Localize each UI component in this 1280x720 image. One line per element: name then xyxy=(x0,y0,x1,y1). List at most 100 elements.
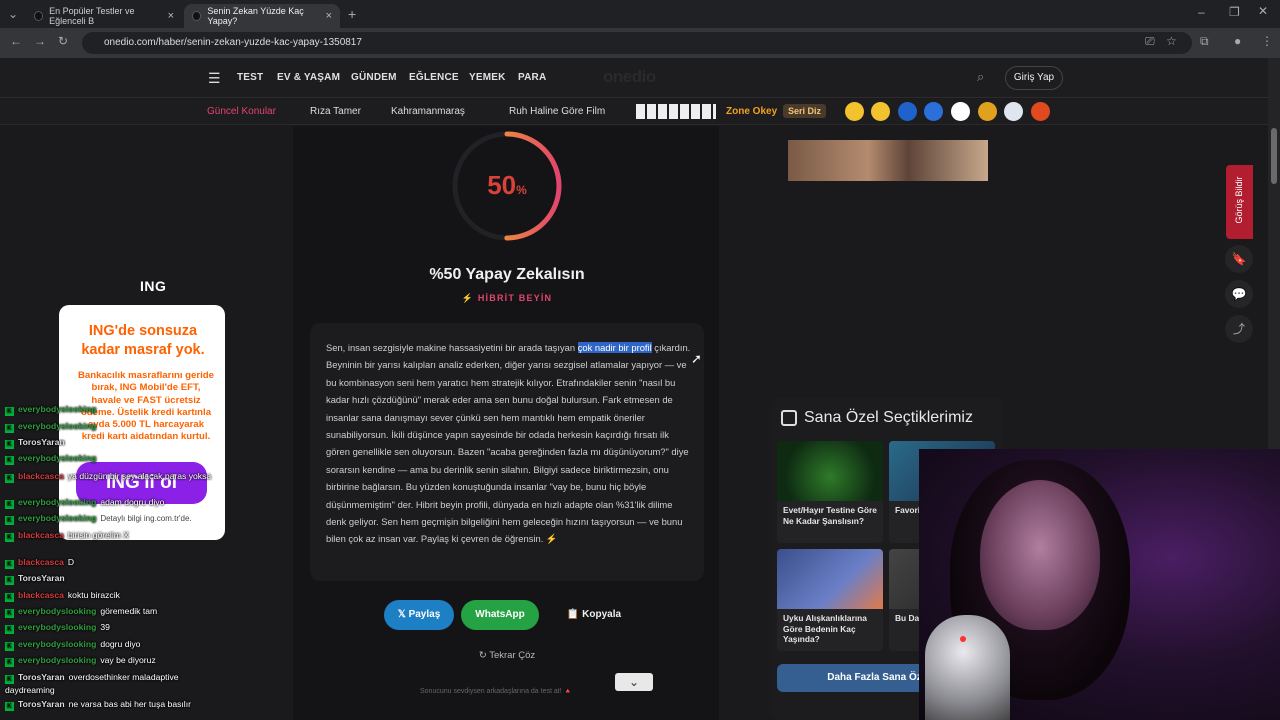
pick-card-3[interactable]: Uyku Alışkanlıklarına Göre Bedenin Kaç Y… xyxy=(777,549,883,651)
chat-message: K TorosYaran xyxy=(5,573,69,585)
chat-message: Keverybodyslooking dogru diyo xyxy=(5,639,140,651)
cast-icon[interactable]: ⎚ xyxy=(1145,34,1155,49)
mouse-cursor-icon: ➚ xyxy=(691,351,702,366)
badge-star-icon[interactable] xyxy=(1004,102,1023,121)
ad-headline: ING'de sonsuza kadar masraf yok. xyxy=(81,323,205,358)
topic-riza-tamer[interactable]: Rıza Tamer xyxy=(310,106,361,117)
menu-dots-icon[interactable]: ⋮ xyxy=(1261,34,1273,48)
back-icon[interactable]: ← xyxy=(10,34,22,48)
badge-blue2-icon[interactable] xyxy=(924,102,943,121)
favicon-icon xyxy=(192,11,202,21)
chat-message: Kblackcasca birisin görelim X xyxy=(5,529,215,542)
chat-badge-icon: K xyxy=(5,407,14,416)
desc-text-1: Sen, insan sezgisiyle makine hassasiyeti… xyxy=(326,342,578,353)
scroll-down-chevron-icon[interactable]: ⌄ xyxy=(615,673,653,691)
video-thumbnail[interactable] xyxy=(788,140,988,181)
share-icon[interactable]: ⤴ xyxy=(1225,315,1253,343)
browser-tab-2[interactable]: Senin Zekan Yüzde Kaç Yapay? × xyxy=(184,4,340,28)
emoji-smile-icon[interactable] xyxy=(871,102,890,121)
close-tab-icon[interactable]: × xyxy=(326,10,332,22)
copy-button[interactable]: 📋 Kopyala xyxy=(553,600,635,630)
tab-title: En Popüler Testler ve Eğlenceli B xyxy=(49,6,135,26)
bookmark-star-icon[interactable]: ☆ xyxy=(1166,34,1177,48)
topic-zone-okey[interactable]: Zone Okey xyxy=(726,106,777,117)
chat-message: K TorosYaran overdosethinker maladaptive d… xyxy=(5,671,215,696)
chat-text: birisin görelim X xyxy=(67,530,130,540)
site-logo[interactable]: onedio xyxy=(603,67,656,87)
search-icon[interactable]: ⌕ xyxy=(977,69,984,85)
scrollbar-thumb[interactable] xyxy=(1271,128,1277,184)
chat-text: vay be diyoruz xyxy=(100,655,156,665)
result-subtitle: ⚡ HİBRİT BEYİN xyxy=(461,293,553,303)
retry-link[interactable]: ↻ Tekrar Çöz xyxy=(300,650,714,661)
result-description: Sen, insan sezgisiyle makine hassasiyeti… xyxy=(326,339,692,548)
topic-ruh-haline[interactable]: Ruh Haline Göre Film xyxy=(509,106,605,117)
restore-icon[interactable]: ❐ xyxy=(1229,5,1240,19)
badge-dk-icon[interactable] xyxy=(951,102,970,121)
emoji-sad-icon[interactable] xyxy=(845,102,864,121)
login-button[interactable]: Giriş Yap xyxy=(1005,66,1063,90)
close-window-icon[interactable]: ✕ xyxy=(1258,4,1268,18)
chat-user: everybodyslooking xyxy=(18,639,97,649)
chat-message: Keverybodyslooking 39 xyxy=(5,622,110,634)
result-title: %50 Yapay Zekalısın xyxy=(429,266,585,283)
chat-user: everybodyslooking xyxy=(18,421,97,431)
favicon-icon xyxy=(34,11,44,21)
nav-ev-yasam[interactable]: EV & YAŞAM xyxy=(277,72,340,83)
chat-badge-icon: K xyxy=(5,516,14,525)
badge-blue-icon[interactable] xyxy=(898,102,917,121)
share-whatsapp-button[interactable]: WhatsApp xyxy=(461,600,539,630)
chat-message: Kblackcasca koktu birazcik xyxy=(5,590,120,602)
chat-text: adam dogru diyo xyxy=(100,497,165,507)
minimize-icon[interactable]: – xyxy=(1198,5,1205,19)
nav-gundem[interactable]: GÜNDEM xyxy=(351,72,397,83)
topic-kahramanmaras[interactable]: Kahramanmaraş xyxy=(391,106,465,117)
chat-text: 39 xyxy=(100,622,110,632)
pick-card-image xyxy=(777,549,883,609)
chat-badge-icon: K xyxy=(5,658,14,667)
nav-para[interactable]: PARA xyxy=(518,72,546,83)
pick-card-1[interactable]: Evet/Hayır Testine Göre Ne Kadar Şanslıs… xyxy=(777,441,883,543)
close-tab-icon[interactable]: × xyxy=(168,10,174,22)
extensions-icon[interactable]: ⧉ xyxy=(1200,34,1209,49)
chat-text: ya düzgün bir şey alacak paras yoksa xyxy=(67,471,212,481)
nav-yemek[interactable]: YEMEK xyxy=(469,72,506,83)
chat-message: Keverybodyslooking xyxy=(5,421,100,433)
chat-user: everybodyslooking xyxy=(18,404,97,414)
site-header: ☰ TEST EV & YAŞAM GÜNDEM EĞLENCE YEMEK P… xyxy=(0,58,1268,98)
bookmark-icon[interactable]: 🔖 xyxy=(1225,245,1253,273)
chat-user: everybodyslooking xyxy=(18,497,97,507)
footer-note: Sonucunu sevdiysen arkadaşlarına da test… xyxy=(420,688,573,695)
chat-user: everybodyslooking xyxy=(18,513,97,523)
hamburger-menu-icon[interactable]: ☰ xyxy=(208,70,221,87)
topic-guncel[interactable]: Güncel Konular xyxy=(207,106,276,117)
url-text: onedio.com/haber/senin-zekan-yuzde-kac-y… xyxy=(104,37,362,48)
nav-test[interactable]: TEST xyxy=(237,72,263,83)
badge-gold-icon[interactable] xyxy=(978,102,997,121)
chat-user: blackcasca xyxy=(18,530,64,540)
comments-icon[interactable]: 💬 xyxy=(1225,280,1253,308)
url-input[interactable]: onedio.com/haber/senin-zekan-yuzde-kac-y… xyxy=(82,32,1192,54)
browser-tab-bar: ⌄ En Popüler Testler ve Eğlenceli B × Sen… xyxy=(0,0,1280,28)
forward-icon[interactable]: → xyxy=(34,34,46,48)
topic-seri-diz[interactable]: Seri Diz xyxy=(783,104,827,118)
browser-tab-1[interactable]: En Popüler Testler ve Eğlenceli B × xyxy=(26,4,182,28)
reload-icon[interactable]: ↻ xyxy=(58,34,68,48)
chat-message: Kblackcasca D xyxy=(5,557,74,569)
chat-badge-icon: K xyxy=(5,474,14,483)
topics-bar: Güncel Konular Rıza Tamer Kahramanmaraş … xyxy=(0,99,1268,125)
feedback-tab[interactable]: Görüş Bildir xyxy=(1226,165,1253,239)
chat-user: blackcasca xyxy=(18,590,64,600)
okey-tiles-icon[interactable] xyxy=(636,104,716,119)
nav-eglence[interactable]: EĞLENCE xyxy=(409,72,459,83)
webcam-streamer-face xyxy=(980,480,1100,630)
share-x-button[interactable]: 𝕏 Paylaş xyxy=(384,600,454,630)
result-percent: 50% xyxy=(449,170,565,201)
profile-icon[interactable]: ● xyxy=(1234,34,1241,48)
chat-message: Keverybodyslooking göremedik tam xyxy=(5,606,157,618)
tab-search-icon[interactable]: ⌄ xyxy=(8,7,18,21)
new-tab-icon[interactable]: + xyxy=(348,6,356,22)
chat-badge-icon: K xyxy=(5,675,14,684)
badge-red-icon[interactable] xyxy=(1031,102,1050,121)
chat-text: koktu birazcik xyxy=(67,590,120,600)
